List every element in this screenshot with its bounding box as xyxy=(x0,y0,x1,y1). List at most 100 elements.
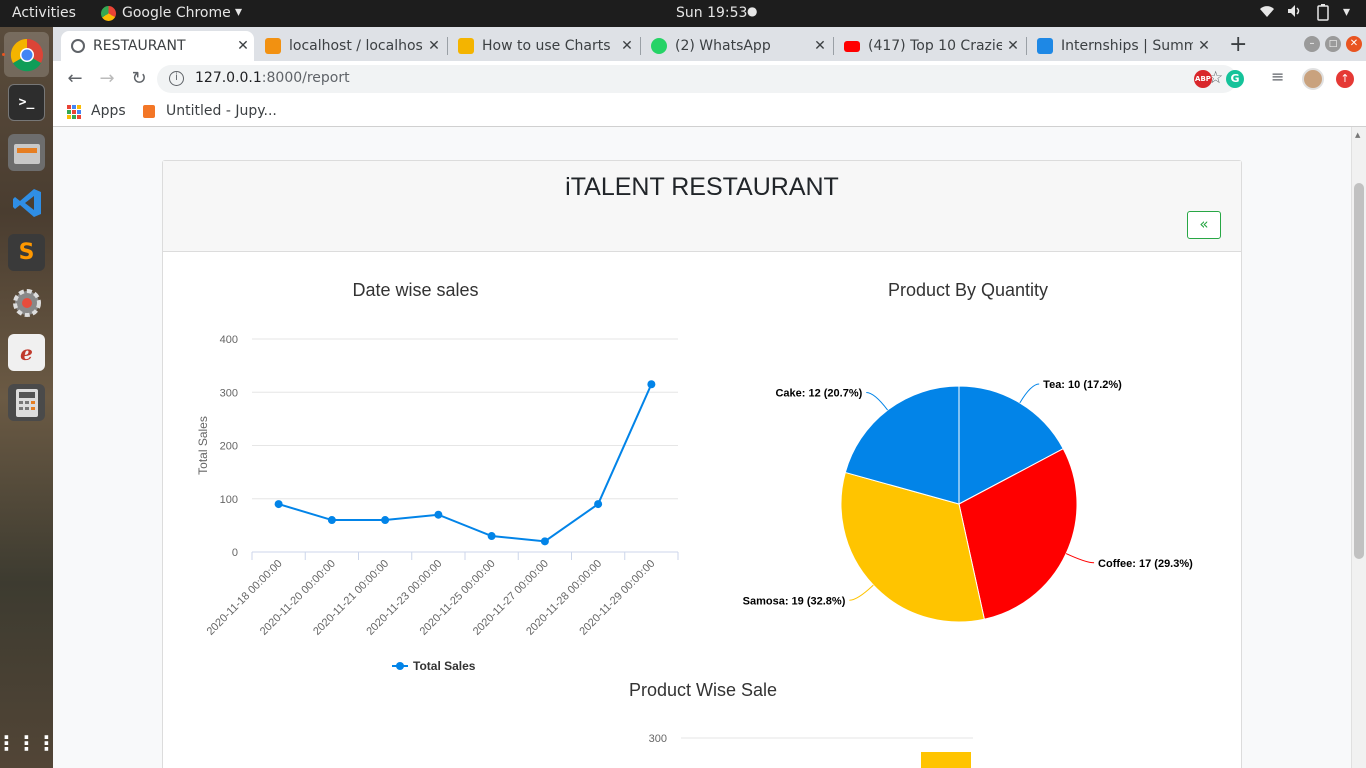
pie-label-connector xyxy=(849,584,874,601)
close-tab-icon[interactable]: ✕ xyxy=(423,38,445,54)
globe-icon xyxy=(71,39,85,53)
battery-icon[interactable] xyxy=(1316,3,1330,25)
tab-whatsapp[interactable]: (2) WhatsApp ✕ xyxy=(641,31,831,61)
adblock-plus-icon[interactable]: ABP xyxy=(1194,70,1212,88)
update-arrow-icon[interactable]: ↑ xyxy=(1336,70,1354,88)
close-window-icon[interactable]: ✕ xyxy=(1346,36,1362,52)
system-top-bar: Activities Google Chrome ▾ Sun 19:53 ● ▾ xyxy=(0,0,1366,27)
forward-arrow-icon[interactable]: → xyxy=(95,67,119,91)
phpmyadmin-icon xyxy=(265,38,281,54)
y-tick-label: 400 xyxy=(220,334,238,346)
app-menu-label[interactable]: Google Chrome xyxy=(122,5,231,21)
charts-icon xyxy=(458,38,474,54)
bar[interactable] xyxy=(921,752,971,768)
y-tick-label: 0 xyxy=(232,547,238,559)
tab-phpmyadmin[interactable]: localhost / localhost ✕ xyxy=(255,31,445,61)
dock-sublime-icon[interactable]: S xyxy=(8,234,45,271)
clock[interactable]: Sun 19:53 xyxy=(676,5,747,21)
profile-avatar[interactable] xyxy=(1302,68,1324,90)
close-tab-icon[interactable]: ✕ xyxy=(809,38,831,54)
back-button[interactable]: « xyxy=(1187,211,1221,239)
y-tick-label: 300 xyxy=(220,387,238,399)
y-tick-label: 100 xyxy=(220,494,238,506)
data-point[interactable] xyxy=(327,516,336,525)
youtube-icon xyxy=(844,40,860,52)
site-info-icon[interactable]: i xyxy=(169,71,184,86)
y-tick-label: 300 xyxy=(649,733,667,745)
bookmark-apps[interactable]: Apps xyxy=(91,103,126,119)
tab-restaurant[interactable]: RESTAURANT ✕ xyxy=(61,31,254,61)
app-menu-chevron-icon[interactable]: ▾ xyxy=(235,4,242,20)
chrome-app-icon xyxy=(101,6,116,21)
tab-youtube[interactable]: (417) Top 10 Craziest ✕ xyxy=(834,31,1024,61)
page-scrollbar[interactable]: ▲ xyxy=(1351,127,1366,768)
y-tick-label: 200 xyxy=(220,441,238,453)
system-menu-chevron-icon[interactable]: ▾ xyxy=(1343,4,1350,20)
pie-label-connector xyxy=(866,392,888,411)
maximize-window-icon[interactable]: □ xyxy=(1325,36,1341,52)
pie-data-label: Coffee: 17 (29.3%) xyxy=(1098,558,1193,570)
data-point[interactable] xyxy=(274,500,283,509)
close-tab-icon[interactable]: ✕ xyxy=(616,38,638,54)
pie-data-label: Cake: 12 (20.7%) xyxy=(775,388,862,400)
card-header: iTALENT RESTAURANT « xyxy=(163,161,1241,252)
pie-label-connector xyxy=(1019,383,1040,404)
dock-files-icon[interactable] xyxy=(8,134,45,171)
tab-charts-tutorial[interactable]: How to use Charts ✕ xyxy=(448,31,638,61)
bar-chart-title: Product Wise Sale xyxy=(628,680,778,700)
new-tab-plus-icon[interactable]: + xyxy=(1229,32,1247,57)
line-chart: 01002003004002020-11-18 00:00:002020-11-… xyxy=(196,334,679,673)
tab-internshala[interactable]: Internships | Summer ✕ xyxy=(1027,31,1215,61)
report-card: iTALENT RESTAURANT « Date wise sales 0 10… xyxy=(162,160,1242,768)
chrome-window: RESTAURANT ✕ localhost / localhost ✕ How… xyxy=(53,27,1366,768)
jupyter-icon xyxy=(143,105,155,118)
bookmark-jupyter[interactable]: Untitled - Jupy... xyxy=(166,103,277,119)
internshala-icon xyxy=(1037,38,1053,54)
pie-data-label: Samosa: 19 (32.8%) xyxy=(743,595,846,607)
whatsapp-icon xyxy=(651,38,667,54)
dock-calculator-icon[interactable] xyxy=(8,384,45,421)
dock-terminal-icon[interactable]: >_ xyxy=(8,84,45,121)
bookmarks-bar: Apps Untitled - Jupy... xyxy=(53,97,1366,127)
dock-text-editor-icon[interactable]: ℯ xyxy=(8,334,45,371)
data-point[interactable] xyxy=(381,516,390,525)
pie-chart: Tea: 10 (17.2%) Coffee: 17 (29.3%) Samosa:… xyxy=(743,379,1193,623)
bar-chart: 300 xyxy=(649,733,973,768)
reload-icon[interactable]: ↻ xyxy=(127,67,151,91)
close-tab-icon[interactable]: ✕ xyxy=(1002,38,1024,54)
notification-dot-icon: ● xyxy=(747,4,758,18)
close-tab-icon[interactable]: ✕ xyxy=(1193,38,1215,54)
data-point[interactable] xyxy=(647,380,656,389)
apps-grid-icon xyxy=(67,105,81,119)
back-arrow-icon[interactable]: ← xyxy=(63,67,87,91)
line-chart-title: Date wise sales xyxy=(352,280,479,300)
show-applications-grid-icon[interactable]: ⋮⋮⋮ xyxy=(0,724,57,761)
browser-toolbar: ← → ↻ i 127.0.0.1:8000/report ☆ ABP G ≡ … xyxy=(53,61,1366,97)
grammarly-icon[interactable]: G xyxy=(1226,70,1244,88)
data-point[interactable] xyxy=(487,532,496,541)
page-title: iTALENT RESTAURANT xyxy=(565,173,839,201)
close-tab-icon[interactable]: ✕ xyxy=(232,38,254,54)
volume-icon[interactable] xyxy=(1286,3,1302,23)
dock-running-indicator xyxy=(2,53,5,56)
data-point[interactable] xyxy=(540,537,549,546)
scrollbar-thumb[interactable] xyxy=(1354,183,1364,559)
data-point[interactable] xyxy=(434,510,443,519)
activities-button[interactable]: Activities xyxy=(12,5,76,21)
legend-label[interactable]: Total Sales xyxy=(413,659,476,673)
legend-marker xyxy=(396,662,404,670)
minimize-window-icon[interactable]: – xyxy=(1304,36,1320,52)
media-queue-icon[interactable]: ≡ xyxy=(1271,67,1284,86)
dock-settings-icon[interactable] xyxy=(8,284,45,321)
wifi-icon[interactable] xyxy=(1259,3,1275,23)
pie-label-connector xyxy=(1065,553,1095,564)
data-point[interactable] xyxy=(594,500,603,509)
page-viewport: iTALENT RESTAURANT « Date wise sales 0 10… xyxy=(53,127,1366,768)
dock-chrome-icon[interactable] xyxy=(4,32,49,77)
dock-vscode-icon[interactable] xyxy=(8,184,45,221)
y-axis-label: Total Sales xyxy=(196,416,210,475)
scroll-up-icon[interactable]: ▲ xyxy=(1355,131,1360,139)
ubuntu-dock: >_ S ℯ ⋮⋮⋮ xyxy=(0,27,57,768)
address-bar[interactable]: i 127.0.0.1:8000/report ☆ xyxy=(157,65,1237,93)
url-text: 127.0.0.1:8000/report xyxy=(195,70,350,86)
